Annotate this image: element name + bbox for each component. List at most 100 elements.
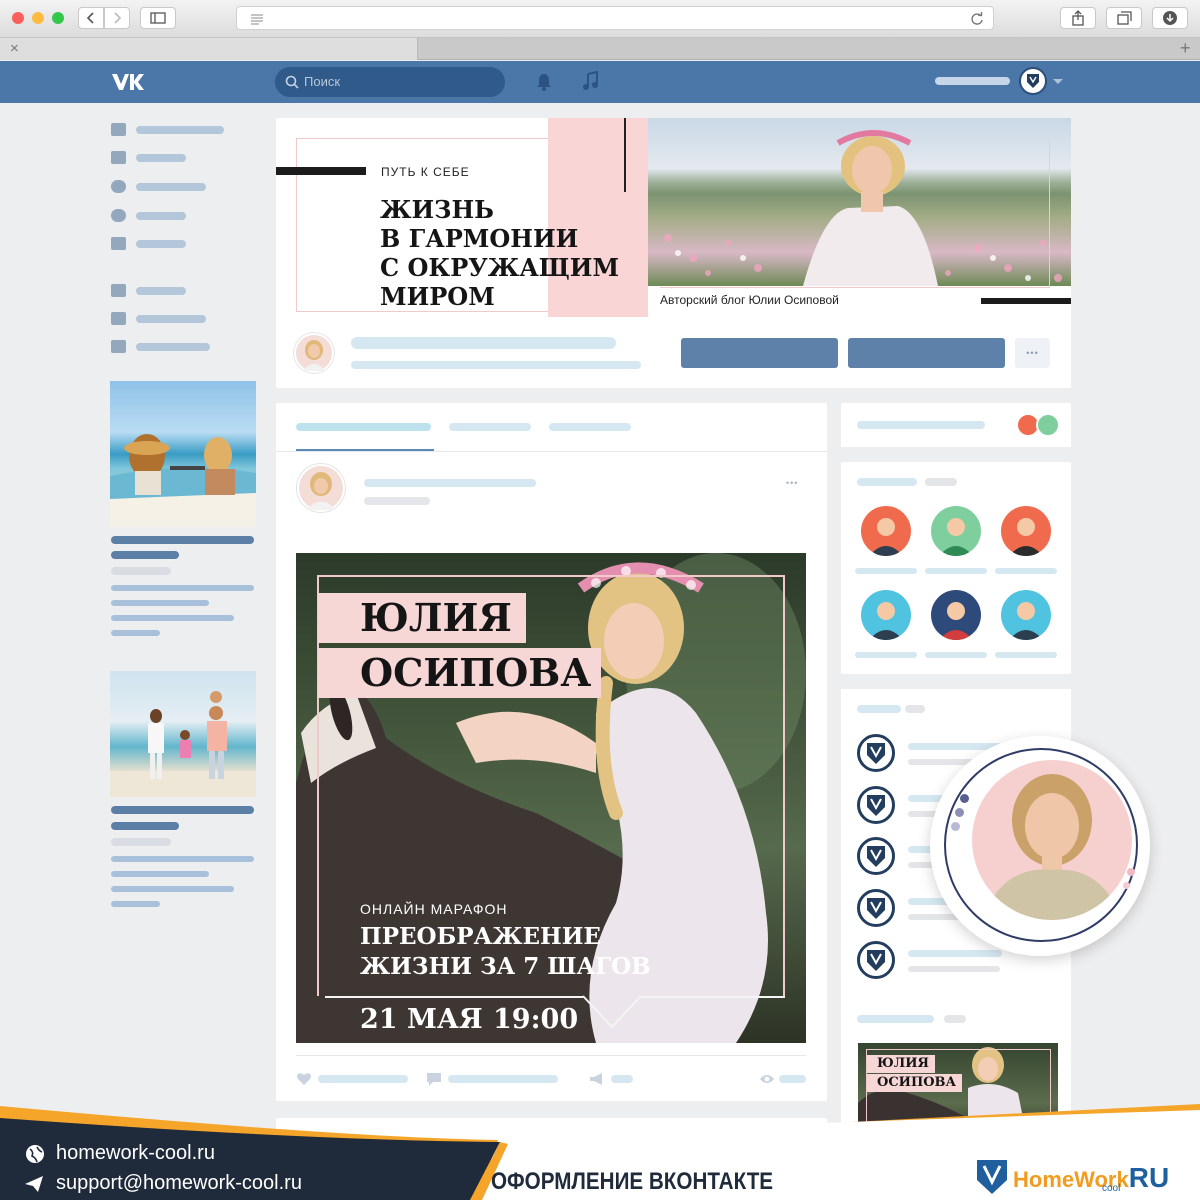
header-avatar[interactable] xyxy=(1019,67,1047,95)
sidebar-item-bag[interactable] xyxy=(110,283,240,299)
post-frame-bottom-left xyxy=(325,996,583,998)
link-avatar[interactable] xyxy=(857,786,895,824)
post-title-bar-1 xyxy=(111,536,254,544)
member-avatar[interactable] xyxy=(861,590,911,640)
link-desc-bar xyxy=(908,966,1000,972)
games-icon xyxy=(111,340,126,353)
forward-button[interactable] xyxy=(104,7,130,29)
sidebar-photo-2[interactable] xyxy=(110,671,256,797)
members-strip-bar xyxy=(857,421,985,429)
music-icon[interactable] xyxy=(581,71,599,91)
comment-icon[interactable] xyxy=(426,1072,442,1087)
sidebar-item-home[interactable] xyxy=(110,122,240,138)
sidebar-item-news[interactable] xyxy=(110,150,240,166)
more-icon: ••• xyxy=(1026,348,1039,358)
cover-title-line-1: ЖИЗНЬ xyxy=(380,195,494,224)
share-button[interactable] xyxy=(1060,7,1096,29)
brand-shield-icon xyxy=(977,1160,1007,1194)
heart-icon[interactable] xyxy=(296,1072,312,1086)
reader-icon[interactable] xyxy=(249,12,265,26)
messages-icon xyxy=(111,180,126,193)
chevron-down-icon[interactable] xyxy=(1053,79,1063,85)
sidebar-item-messages[interactable] xyxy=(110,179,240,195)
sidebar-item-games[interactable] xyxy=(110,339,240,355)
subscribe-button[interactable] xyxy=(681,338,838,368)
sidebar-item-document[interactable] xyxy=(110,311,240,327)
close-window-button[interactable] xyxy=(12,12,24,24)
back-button[interactable] xyxy=(78,7,104,29)
groups-icon xyxy=(111,237,126,250)
active-tab[interactable]: × xyxy=(0,38,418,60)
megaphone-icon[interactable] xyxy=(589,1072,605,1086)
downloads-button[interactable] xyxy=(1152,7,1188,29)
sidebar-toggle-icon xyxy=(150,12,166,24)
feed-divider xyxy=(276,451,827,452)
post-more-button[interactable]: ••• xyxy=(786,478,798,488)
profile-name-placeholder xyxy=(935,77,1010,85)
members-count-bar xyxy=(925,478,957,486)
cover-caption-line xyxy=(981,298,1071,304)
tab-community-posts[interactable] xyxy=(449,423,531,431)
minimize-window-button[interactable] xyxy=(32,12,44,24)
sidebar-toggle-button[interactable] xyxy=(140,7,176,29)
link-avatar[interactable] xyxy=(857,734,895,772)
sidebar-item-groups[interactable] xyxy=(110,236,240,252)
link-avatar[interactable] xyxy=(857,837,895,875)
sidebar-item-friends[interactable] xyxy=(110,208,240,224)
member-avatar[interactable] xyxy=(1001,506,1051,556)
member-mini-avatar-2[interactable] xyxy=(1036,413,1060,437)
portrait-dot-5 xyxy=(1123,882,1130,889)
post-date: 21 МАЯ xyxy=(360,1004,483,1035)
footer-site[interactable]: homework-cool.ru xyxy=(56,1142,215,1165)
tab-close-button[interactable]: × xyxy=(10,40,19,57)
vk-logo[interactable] xyxy=(110,71,146,93)
bag-icon xyxy=(111,284,126,297)
community-avatar[interactable] xyxy=(294,333,334,373)
bell-icon[interactable] xyxy=(535,72,553,92)
tab-all-posts[interactable] xyxy=(296,423,431,431)
member-name-bar xyxy=(925,652,987,658)
member-avatar[interactable] xyxy=(861,506,911,556)
likes-count-bar xyxy=(318,1075,408,1083)
community-status-bar xyxy=(351,361,641,369)
post-text-bar-1 xyxy=(111,585,254,591)
sidebar-item-label xyxy=(136,240,186,248)
people-car-illustration xyxy=(110,434,256,527)
woman-portrait-photo xyxy=(982,774,1122,920)
member-name-bar xyxy=(995,568,1057,574)
cover-accent-line xyxy=(276,167,366,175)
albums-count-bar xyxy=(944,1015,966,1023)
footer-email[interactable]: support@homework-cool.ru xyxy=(56,1172,302,1195)
post-author-avatar[interactable] xyxy=(297,464,345,512)
sidebar-photo-1[interactable] xyxy=(110,381,256,527)
member-name-bar xyxy=(925,568,987,574)
post-title-line-1: ПРЕОБРАЖЕНИЕ xyxy=(360,923,601,950)
friends-icon xyxy=(111,209,126,222)
globe-icon xyxy=(26,1145,44,1163)
sidebar-item-label xyxy=(136,287,186,295)
link-avatar[interactable] xyxy=(857,889,895,927)
new-tab-button[interactable]: + xyxy=(1180,38,1191,59)
member-avatar[interactable] xyxy=(1001,590,1051,640)
members-title-bar xyxy=(857,478,917,486)
tab-search[interactable] xyxy=(549,423,631,431)
download-icon xyxy=(1163,11,1177,25)
search-icon xyxy=(285,75,299,89)
member-avatar[interactable] xyxy=(931,590,981,640)
zoom-window-button[interactable] xyxy=(52,12,64,24)
message-button[interactable] xyxy=(848,338,1005,368)
shares-count-bar xyxy=(611,1075,633,1083)
cover-vertical-line xyxy=(624,118,626,192)
search-input[interactable]: Поиск xyxy=(275,67,505,97)
person-icon xyxy=(1009,602,1043,640)
member-name-bar xyxy=(855,568,917,574)
link-avatar[interactable] xyxy=(857,941,895,979)
reload-icon[interactable] xyxy=(969,11,985,27)
member-name-bar xyxy=(855,652,917,658)
cover-more-button[interactable]: ••• xyxy=(1015,338,1050,368)
portrait-dot-2 xyxy=(955,808,964,817)
member-avatar[interactable] xyxy=(931,506,981,556)
tabs-button[interactable] xyxy=(1106,7,1142,29)
news-icon xyxy=(111,151,126,164)
address-bar[interactable] xyxy=(236,6,994,30)
